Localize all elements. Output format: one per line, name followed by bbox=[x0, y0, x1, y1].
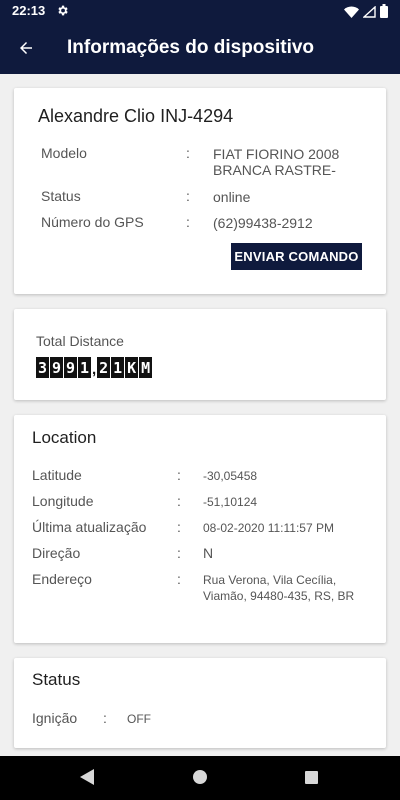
longitude-colon: : bbox=[177, 493, 181, 509]
ignition-colon: : bbox=[103, 710, 107, 726]
model-value: FIAT FIORINO 2008 BRANCA RASTRE- bbox=[213, 146, 340, 178]
longitude-label: Longitude bbox=[32, 493, 94, 509]
longitude-value: -51,10124 bbox=[203, 495, 258, 509]
address-colon: : bbox=[177, 571, 181, 587]
back-button[interactable] bbox=[12, 36, 40, 64]
location-card: Location Latitude : -30,05458 Longitude … bbox=[14, 415, 386, 643]
nav-back-icon[interactable] bbox=[80, 769, 94, 790]
nav-home-icon[interactable] bbox=[193, 770, 207, 784]
page-title: Informações do dispositivo bbox=[67, 37, 315, 58]
odometer: 3 9 9 1 , 2 1 K M bbox=[36, 357, 153, 378]
top-bar: 22:13 Informações do dispositivo bbox=[0, 0, 400, 74]
address-label: Endereço bbox=[32, 571, 92, 587]
status-bar: 22:13 bbox=[0, 0, 400, 24]
odometer-digit: 3 bbox=[36, 357, 49, 378]
status-card: Status Ignição : OFF bbox=[14, 658, 386, 748]
system-nav-bar bbox=[0, 756, 400, 800]
arrow-back-icon bbox=[17, 39, 35, 62]
distance-card: Total Distance 3 9 9 1 , 2 1 K M bbox=[14, 309, 386, 400]
status-colon: : bbox=[186, 188, 190, 204]
distance-title: Total Distance bbox=[36, 333, 124, 349]
direction-label: Direção bbox=[32, 545, 81, 561]
latitude-value: -30,05458 bbox=[203, 469, 258, 483]
ignition-label: Ignição bbox=[32, 710, 78, 726]
status-label: Status bbox=[41, 188, 81, 204]
model-label: Modelo bbox=[41, 145, 87, 161]
odometer-digit: 9 bbox=[50, 357, 63, 378]
last-update-colon: : bbox=[177, 519, 181, 535]
odometer-digit: 2 bbox=[97, 357, 111, 378]
ignition-value: OFF bbox=[127, 712, 151, 726]
direction-colon: : bbox=[177, 545, 181, 561]
odometer-unit: M bbox=[139, 357, 153, 378]
status-value: online bbox=[213, 189, 251, 205]
nav-recent-apps-icon[interactable] bbox=[305, 771, 318, 784]
gps-number-label: Número do GPS bbox=[41, 214, 144, 230]
address-value: Rua Verona, Vila Cecília, Viamão, 94480-… bbox=[203, 573, 355, 603]
signal-icon bbox=[362, 5, 376, 23]
status-section-title: Status bbox=[32, 670, 81, 689]
odometer-separator: , bbox=[92, 361, 97, 378]
latitude-colon: : bbox=[177, 467, 181, 483]
wifi-icon bbox=[344, 5, 359, 23]
gps-number-value: (62)99438-2912 bbox=[213, 215, 313, 231]
odometer-digit: 1 bbox=[78, 357, 91, 378]
odometer-digit: 1 bbox=[111, 357, 125, 378]
last-update-label: Última atualização bbox=[32, 519, 147, 535]
odometer-digit: 9 bbox=[64, 357, 77, 378]
location-title: Location bbox=[32, 428, 97, 447]
direction-value: N bbox=[203, 545, 214, 561]
gps-number-colon: : bbox=[186, 214, 190, 230]
device-name: Alexandre Clio INJ-4294 bbox=[38, 106, 234, 126]
battery-icon bbox=[380, 4, 388, 23]
odometer-unit: K bbox=[125, 357, 139, 378]
app-bar: Informações do dispositivo bbox=[0, 24, 400, 74]
device-card: Alexandre Clio INJ-4294 Modelo : FIAT FI… bbox=[14, 88, 386, 294]
latitude-label: Latitude bbox=[32, 467, 82, 483]
last-update-value: 08-02-2020 11:11:57 PM bbox=[203, 521, 334, 535]
settings-gear-icon bbox=[56, 4, 69, 22]
send-command-button[interactable]: ENVIAR COMANDO bbox=[231, 243, 362, 270]
model-colon: : bbox=[186, 145, 190, 161]
status-time: 22:13 bbox=[12, 3, 46, 18]
